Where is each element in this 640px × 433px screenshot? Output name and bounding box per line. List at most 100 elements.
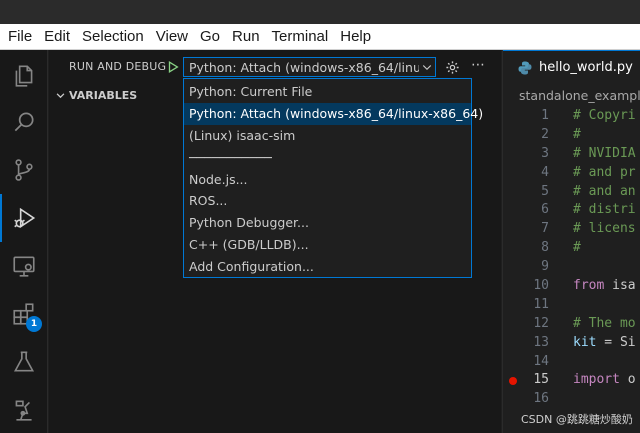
dropdown-option[interactable]: Add Configuration... xyxy=(184,255,471,277)
code-line[interactable]: 11 xyxy=(503,297,640,316)
search-button[interactable] xyxy=(0,98,48,146)
line-number: 16 xyxy=(533,391,549,407)
code-text: # The mo xyxy=(573,315,636,331)
code-line[interactable]: 2 # xyxy=(503,127,640,146)
line-number: 9 xyxy=(541,259,549,275)
line-number: 13 xyxy=(533,334,549,350)
code-line[interactable]: 7 # licens xyxy=(503,221,640,240)
run-and-debug-title: RUN AND DEBUG xyxy=(69,60,167,73)
menu-selection[interactable]: Selection xyxy=(78,28,148,45)
code-line[interactable]: 8 # xyxy=(503,240,640,259)
run-debug-icon xyxy=(14,207,36,229)
remote-explorer-button[interactable] xyxy=(0,242,48,290)
line-number: 3 xyxy=(541,145,549,161)
code-editor: hello_world.py standalone_example 1 # Cop… xyxy=(502,50,640,433)
explorer-button[interactable] xyxy=(0,52,48,100)
code-keyword: from xyxy=(573,278,605,294)
run-debug-button[interactable] xyxy=(0,194,48,242)
code-text: from isa xyxy=(573,278,636,293)
menu-terminal[interactable]: Terminal xyxy=(268,28,333,45)
line-number: 12 xyxy=(533,315,549,331)
more-actions-icon[interactable]: ⋯ xyxy=(468,58,488,76)
code-line[interactable]: 5 # and an xyxy=(503,184,640,203)
code-line[interactable]: 16 xyxy=(503,391,640,410)
dropdown-option[interactable]: (Linux) isaac-sim xyxy=(184,125,471,147)
code-text: # xyxy=(573,126,581,142)
code-line[interactable]: 12 # The mo xyxy=(503,316,640,335)
dropdown-option[interactable]: Node.js... xyxy=(184,168,471,190)
code-rest: isa xyxy=(604,278,636,294)
chevron-down-icon xyxy=(419,61,435,73)
source-control-button[interactable] xyxy=(0,146,48,194)
title-strip xyxy=(0,0,640,24)
dropdown-option-selected[interactable]: Python: Attach (windows-x86_64/linux-x86… xyxy=(184,102,483,125)
line-number: 10 xyxy=(533,278,549,294)
line-number: 6 xyxy=(541,202,549,218)
code-line[interactable]: 10 from isa xyxy=(503,278,640,297)
search-icon xyxy=(14,112,34,132)
tab-filename: hello_world.py xyxy=(539,60,633,75)
play-icon xyxy=(168,61,179,73)
dropdown-option[interactable]: C++ (GDB/LLDB)... xyxy=(184,234,471,256)
activity-bar: 1 xyxy=(0,50,48,433)
gear-icon xyxy=(445,60,459,74)
code-line[interactable]: 9 xyxy=(503,259,640,278)
breadcrumb[interactable]: standalone_example xyxy=(519,88,640,103)
testing-icon xyxy=(13,351,35,372)
start-debugging-button[interactable] xyxy=(164,58,182,76)
code-line[interactable]: 1 # Copyri xyxy=(503,108,640,127)
dropdown-option[interactable]: Python: Current File xyxy=(184,81,471,103)
code-text: # and an xyxy=(573,183,636,199)
debug-config-select[interactable]: Python: Attach (windows-x86_64/linu xyxy=(183,57,436,77)
variables-section-header[interactable]: VARIABLES xyxy=(53,88,137,102)
menu-run[interactable]: Run xyxy=(228,28,264,45)
line-number: 2 xyxy=(541,126,549,142)
line-number: 8 xyxy=(541,240,549,256)
extensions-badge: 1 xyxy=(26,316,42,332)
code-rest: o xyxy=(619,372,636,388)
code-text: kit = Si xyxy=(573,335,636,350)
menu-help[interactable]: Help xyxy=(336,28,375,45)
code-keyword: import xyxy=(573,372,620,388)
extensions-button[interactable]: 1 xyxy=(0,290,48,338)
code-line[interactable]: 14 xyxy=(503,354,640,373)
code-text: # and pr xyxy=(573,164,636,180)
code-variable: kit xyxy=(573,334,597,350)
source-control-icon xyxy=(15,159,33,181)
code-text: # NVIDIA xyxy=(573,145,636,161)
open-launch-json-button[interactable] xyxy=(443,58,461,76)
line-number: 15 xyxy=(533,372,549,388)
code-text: import o xyxy=(573,372,636,387)
chevron-down-icon xyxy=(53,88,67,102)
python-file-icon xyxy=(518,61,532,74)
code-text: # licens xyxy=(573,221,636,237)
menu-view[interactable]: View xyxy=(152,28,192,45)
robot-button[interactable] xyxy=(0,386,48,433)
robot-icon xyxy=(15,400,32,421)
line-number: 5 xyxy=(541,183,549,199)
code-rest: = Si xyxy=(596,334,636,350)
files-icon xyxy=(15,65,33,87)
code-line[interactable]: 4 # and pr xyxy=(503,165,640,184)
menu-file[interactable]: File xyxy=(4,28,36,45)
menu-edit[interactable]: Edit xyxy=(40,28,74,45)
code-line[interactable]: 13 kit = Si xyxy=(503,335,640,354)
breakpoint-icon[interactable] xyxy=(509,377,517,386)
dropdown-option[interactable]: ROS... xyxy=(184,190,471,212)
code-lines[interactable]: 1 # Copyri 2 #3 # NVIDIA 4 # and pr 5 # and an 6 #… xyxy=(503,108,640,410)
testing-button[interactable] xyxy=(0,338,48,386)
dropdown-option[interactable]: Python Debugger... xyxy=(184,212,471,234)
code-line[interactable]: 3 # NVIDIA xyxy=(503,146,640,165)
menu-bar: File Edit Selection View Go Run Terminal… xyxy=(0,24,640,50)
code-line[interactable]: 6 # distri xyxy=(503,202,640,221)
editor-tab[interactable]: hello_world.py xyxy=(503,50,640,84)
code-text: # Copyri xyxy=(573,108,636,123)
variables-label: VARIABLES xyxy=(69,88,138,102)
code-line[interactable]: 15 import o xyxy=(503,372,640,391)
dropdown-separator: ─────────── xyxy=(189,149,272,165)
code-text: # xyxy=(573,240,581,256)
debug-config-dropdown: Python: Current File Python: Attach (win… xyxy=(183,78,483,278)
menu-go[interactable]: Go xyxy=(196,28,224,45)
watermark: CSDN @跳跳糖炒酸奶 xyxy=(521,413,633,426)
code-text: # distri xyxy=(573,202,636,218)
